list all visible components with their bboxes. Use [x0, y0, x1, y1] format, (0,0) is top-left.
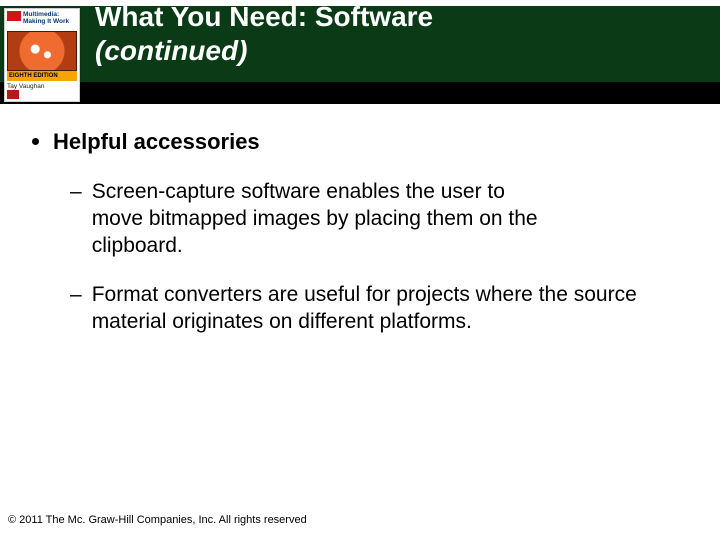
dash-icon: – — [70, 178, 82, 205]
book-title-line1: Multimedia: — [23, 11, 59, 18]
subbullet-text: Screen-capture software enables the user… — [92, 178, 562, 259]
subbullet-text: Format converters are useful for project… — [92, 281, 660, 335]
bullet-level-2: – Screen-capture software enables the us… — [70, 178, 660, 259]
book-cover-thumbnail: Multimedia: Making It Work EIGHTH EDITIO… — [4, 8, 80, 102]
black-band — [0, 82, 720, 104]
slide: What You Need: Software (continued) Mult… — [0, 0, 720, 540]
dash-icon: – — [70, 281, 82, 308]
publisher-logo-icon — [7, 90, 19, 99]
bullet-level-1: Helpful accessories — [32, 128, 682, 156]
title-continued: (continued) — [95, 35, 247, 66]
footer-copyright: © 2011 The Mc. Graw-Hill Companies, Inc.… — [8, 514, 307, 526]
slide-title: What You Need: Software (continued) — [95, 0, 695, 68]
book-title-line2: Making It Work — [23, 18, 69, 25]
book-title: Multimedia: Making It Work — [23, 11, 77, 25]
bullet-level-2: – Format converters are useful for proje… — [70, 281, 660, 335]
bullet-dot-icon — [32, 138, 39, 145]
book-author: Tay Vaughan — [7, 83, 77, 90]
title-main: What You Need: Software — [95, 1, 433, 32]
content-area: Helpful accessories – Screen-capture sof… — [32, 128, 682, 357]
book-cover-art-icon — [7, 31, 77, 71]
bullet-text: Helpful accessories — [53, 128, 260, 156]
book-edition: EIGHTH EDITION — [7, 71, 77, 81]
publisher-mark-icon — [7, 11, 21, 21]
